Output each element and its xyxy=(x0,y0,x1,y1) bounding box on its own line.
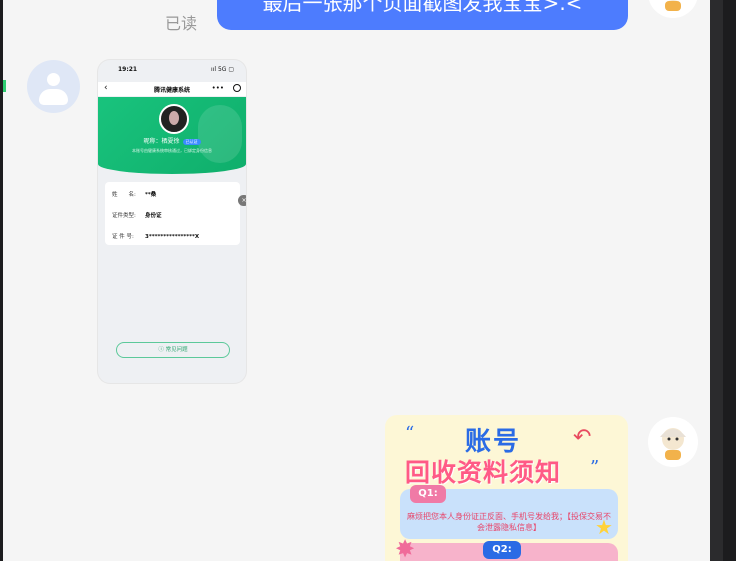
poster-title-notice: 回收资料须知 xyxy=(405,458,562,487)
star-icon: ★ xyxy=(595,515,613,539)
q1-text: 麻烦把您本人身份证正反面、手机号发给我；【投保交易不会泄露隐私信息】 xyxy=(407,512,611,532)
profile-nickname: 昵称：栖夏徐 已认证 xyxy=(98,136,246,145)
window-edge-marker xyxy=(3,80,6,92)
shield-icon xyxy=(198,105,242,163)
contact-avatar[interactable] xyxy=(27,60,80,113)
q2-tag: Q2: xyxy=(483,541,521,559)
field-value: 身份证 xyxy=(145,213,162,219)
phone-signal: ııl 5G ▢ xyxy=(211,66,234,73)
phone-time: 19:21 xyxy=(118,66,138,73)
outgoing-message-bubble[interactable]: 最后一张那个页面截图发我宝宝>.< xyxy=(217,0,628,30)
field-value: 3****************X xyxy=(145,234,200,240)
field-label: 姓 名: xyxy=(112,192,136,198)
profile-note: 本账号由健康系统审核通过，已绑定身份信息 xyxy=(132,148,212,153)
chat-area: 已读 最后一张那个页面截图发我宝宝>.< 19:21 ııl 5G ▢ ‹ 腾讯… xyxy=(3,0,723,561)
close-icon: × xyxy=(238,195,246,206)
avatar-cartoon-icon xyxy=(648,417,698,467)
faq-button: ⓘ 常见问题 xyxy=(116,342,230,358)
avatar-head-icon xyxy=(47,73,60,86)
verified-badge: 已认证 xyxy=(182,138,201,145)
nickname-text: 昵称：栖夏徐 xyxy=(143,138,180,145)
field-row: 证 件 号: 3****************X xyxy=(112,232,199,240)
field-row: 证件类型: 身份证 xyxy=(112,211,162,219)
phone-nav-bar: ‹ 腾讯健康系统 ••• xyxy=(98,82,246,96)
field-row: 姓 名: **桑 xyxy=(112,190,156,198)
field-label: 证 件 号: xyxy=(112,234,134,240)
identity-card: 姓 名: **桑 证件类型: 身份证 证 件 号: 3****************… xyxy=(105,182,240,245)
avatar-body-icon xyxy=(39,89,68,105)
profile-hero: 昵称：栖夏徐 已认证 本账号由健康系统审核通过，已绑定身份信息 xyxy=(98,97,246,174)
profile-photo xyxy=(159,104,189,134)
poster-quote-close: ” xyxy=(590,457,600,478)
burst-icon: ✸ xyxy=(395,535,416,561)
my-avatar[interactable] xyxy=(648,0,698,18)
avatar-cartoon-icon xyxy=(649,0,697,18)
read-status: 已读 xyxy=(165,14,198,33)
curved-arrow-icon: ↶ xyxy=(573,425,592,450)
q1-tag: Q1: xyxy=(410,485,446,503)
image-message-poster[interactable]: “ 账号 ↶ 回收资料须知 ” Q1: 麻烦把您本人身份证正反面、手机号发给我；… xyxy=(385,415,628,561)
field-label: 证件类型: xyxy=(112,213,136,219)
my-avatar[interactable] xyxy=(648,417,698,467)
target-icon xyxy=(233,84,241,92)
poster-quote-open: “ xyxy=(405,423,415,444)
more-icon: ••• xyxy=(211,84,224,92)
scrollbar-track[interactable] xyxy=(710,0,723,561)
image-message-screenshot[interactable]: 19:21 ııl 5G ▢ ‹ 腾讯健康系统 ••• 昵称：栖夏徐 已认证 本账… xyxy=(98,60,246,383)
field-value: **桑 xyxy=(145,192,157,198)
phone-status-bar: 19:21 ııl 5G ▢ xyxy=(98,66,246,76)
